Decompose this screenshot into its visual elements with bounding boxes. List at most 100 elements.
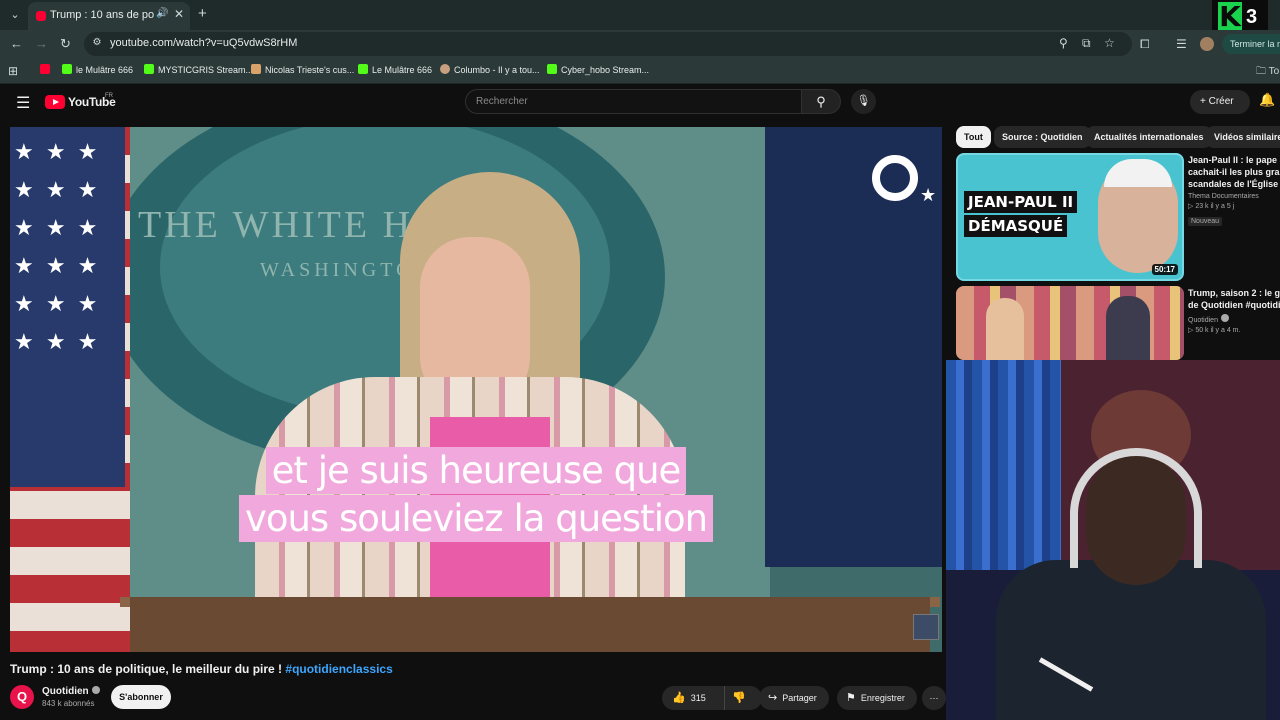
bookmark-label: MYSTICGRIS Stream... bbox=[158, 65, 254, 75]
overlay-logo-number: 3 bbox=[1246, 6, 1258, 28]
subtitle-line-2: vous souleviez la question bbox=[10, 495, 942, 542]
reading-list-icon[interactable]: ☰ bbox=[1176, 37, 1187, 51]
save-button[interactable]: ⚑ Enregistrer bbox=[837, 686, 917, 710]
site-info-icon[interactable]: ⚙ bbox=[90, 37, 104, 51]
channel-avatar[interactable]: Q bbox=[10, 685, 34, 709]
verified-icon bbox=[1220, 314, 1229, 322]
recommendation-title: de Quotidien #quotidier bbox=[1188, 300, 1280, 310]
browser-toolbar: ← → ↻ ⚙ youtube.com/watch?v=uQ5vdwS8rHM … bbox=[0, 30, 1280, 58]
create-button[interactable]: + Créer bbox=[1190, 90, 1250, 114]
youtube-icon bbox=[40, 64, 50, 74]
recommendation-title: scandales de l'Église ? | bbox=[1188, 179, 1280, 189]
recommendation-thumbnail-2[interactable] bbox=[956, 286, 1184, 360]
like-count: 315 bbox=[690, 693, 706, 703]
back-arrow-icon[interactable]: ← bbox=[10, 36, 23, 51]
subtitle-text-2: vous souleviez la question bbox=[238, 495, 714, 542]
chip-all[interactable]: Tout bbox=[956, 126, 991, 148]
notifications-bell-icon[interactable]: 🔔 bbox=[1259, 92, 1275, 108]
bookmark-6[interactable]: Cyber_hobo Stream... bbox=[547, 64, 649, 75]
bookmark-label: Nicolas Trieste's cus... bbox=[265, 65, 355, 75]
thumbs-down-icon: 👎 bbox=[732, 692, 746, 704]
avatar-icon bbox=[251, 64, 261, 74]
plus-icon: + bbox=[1200, 96, 1209, 107]
like-dislike-group: 👍 315 👎 bbox=[662, 686, 762, 710]
recommendation-meta: ▷ 50 k il y a 4 m. bbox=[1188, 327, 1241, 334]
flag-stars: ★ ★ ★ ★ ★ ★ ★ ★ ★ ★ ★ ★ ★ ★ ★ ★ ★ ★ bbox=[10, 127, 125, 487]
bookmark-2[interactable]: MYSTICGRIS Stream... bbox=[144, 64, 253, 75]
channel-name-text: Quotidien bbox=[42, 686, 89, 697]
bookmark-star-icon[interactable]: ☆ bbox=[1104, 36, 1115, 50]
bookmark-5[interactable]: Columbo - Il y a tou... bbox=[440, 64, 540, 75]
recommendation-channel: Quotidien bbox=[1188, 314, 1280, 324]
search-icon: ⚲ bbox=[816, 94, 826, 109]
bookmark-label: Cyber_hobo Stream... bbox=[561, 65, 650, 75]
youtube-header: ☰ YouTube FR Rechercher ⚲ 🎙 + Créer 🔔 bbox=[0, 85, 1280, 119]
quotidien-watermark-icon bbox=[872, 155, 918, 201]
bookmark-icon: ⚑ bbox=[846, 692, 856, 704]
thumbnail-text-1: JEAN-PAUL II bbox=[964, 191, 1078, 213]
forward-arrow-icon[interactable]: → bbox=[35, 36, 48, 51]
blue-curtain bbox=[946, 360, 1061, 570]
recommendation-title: Trump, saison 2 : le gig bbox=[1188, 288, 1280, 298]
columbo-icon bbox=[440, 64, 450, 74]
dislike-button[interactable]: 👎 bbox=[732, 686, 751, 710]
share-button[interactable]: ↪ Partager bbox=[759, 686, 829, 710]
chip-source-quotidien[interactable]: Source : Quotidien bbox=[994, 126, 1091, 148]
chip-similar-videos[interactable]: Vidéos similaires bbox=[1206, 126, 1280, 148]
subtitle-text-1: et je suis heureuse que bbox=[265, 447, 687, 494]
recommendation-channel: Thema Documentaires bbox=[1188, 193, 1259, 200]
hashtag-link[interactable]: #quotidienclassics bbox=[285, 662, 392, 676]
recommendation-thumbnail-1[interactable]: JEAN-PAUL II DÉMASQUÉ 50:17 bbox=[956, 153, 1184, 281]
speaker-icon[interactable]: 🔊 bbox=[156, 8, 168, 19]
reload-icon[interactable]: ↻ bbox=[60, 36, 71, 52]
subscribe-button[interactable]: S'abonner bbox=[111, 685, 171, 709]
new-tab-icon[interactable]: + bbox=[198, 5, 207, 22]
kick-icon bbox=[62, 64, 72, 74]
extensions-icon[interactable]: ⧠ bbox=[1140, 37, 1150, 52]
zoom-icon[interactable]: ⚲ bbox=[1059, 36, 1068, 50]
new-badge: Nouveau bbox=[1188, 217, 1223, 226]
menu-icon[interactable]: ☰ bbox=[16, 93, 30, 113]
save-label: Enregistrer bbox=[860, 693, 905, 703]
address-bar[interactable]: ⚙ youtube.com/watch?v=uQ5vdwS8rHM ⚲ ⧉ ☆ bbox=[84, 32, 1132, 56]
recommendation-info-2[interactable]: Trump, saison 2 : le gig de Quotidien #q… bbox=[1188, 287, 1280, 334]
chip-international-news[interactable]: Actualités internationales bbox=[1086, 126, 1212, 148]
more-icon: ⋯ bbox=[929, 693, 939, 703]
search-button[interactable]: ⚲ bbox=[801, 89, 841, 114]
url-text[interactable]: youtube.com/watch?v=uQ5vdwS8rHM bbox=[110, 37, 297, 49]
overlay-logo-letter: K bbox=[1218, 0, 1242, 33]
podium bbox=[130, 597, 930, 652]
tab-search-chevron-icon[interactable]: ⌄ bbox=[6, 6, 24, 24]
search-input[interactable]: Rechercher bbox=[465, 89, 802, 114]
folder-icon: 🗀 bbox=[1256, 66, 1269, 77]
bookmark-3[interactable]: Nicolas Trieste's cus... bbox=[251, 64, 354, 75]
voice-search-button[interactable]: 🎙 bbox=[851, 89, 876, 114]
youtube-favicon-icon bbox=[36, 11, 46, 21]
create-label: Créer bbox=[1208, 96, 1234, 107]
bookmark-1[interactable]: le Mulâtre 666 bbox=[62, 64, 133, 75]
profile-avatar[interactable] bbox=[1200, 37, 1214, 51]
bookmark-youtube[interactable] bbox=[40, 64, 54, 75]
finish-update-button[interactable]: Terminer la m bbox=[1222, 34, 1280, 54]
bookmarks-folder[interactable]: 🗀 To bbox=[1256, 64, 1279, 81]
install-app-icon[interactable]: ⧉ bbox=[1082, 36, 1091, 51]
subscriber-count: 843 k abonnés bbox=[42, 699, 95, 708]
browser-tab[interactable]: Trump : 10 ans de politique 🔊 ✕ bbox=[28, 2, 190, 30]
video-player[interactable]: THE WHITE HOUSE WASHINGTON ★ ★ ★ ★ ★ ★ ★… bbox=[10, 127, 942, 652]
mini-player-thumbnail[interactable] bbox=[913, 614, 939, 640]
verified-icon bbox=[91, 686, 100, 694]
recommendation-info-1[interactable]: Jean-Paul II : le pape sa cachait-il les… bbox=[1188, 154, 1280, 228]
close-tab-icon[interactable]: ✕ bbox=[174, 7, 184, 21]
video-duration: 50:17 bbox=[1151, 264, 1178, 275]
streamer-webcam bbox=[946, 360, 1280, 720]
bookmark-label: le Mulâtre 666 bbox=[76, 65, 134, 75]
youtube-logo-icon[interactable] bbox=[45, 95, 65, 109]
more-actions-button[interactable]: ⋯ bbox=[922, 686, 946, 710]
apps-grid-icon[interactable]: ⊞ bbox=[8, 64, 18, 78]
bookmark-4[interactable]: Le Mulâtre 666 bbox=[358, 64, 432, 75]
kick-icon bbox=[547, 64, 557, 74]
like-button[interactable]: 👍 315 bbox=[672, 686, 706, 710]
thumbnail-cap bbox=[1104, 159, 1172, 187]
channel-name[interactable]: Quotidien bbox=[42, 686, 100, 697]
bookmarks-folder-label: To bbox=[1268, 66, 1280, 77]
